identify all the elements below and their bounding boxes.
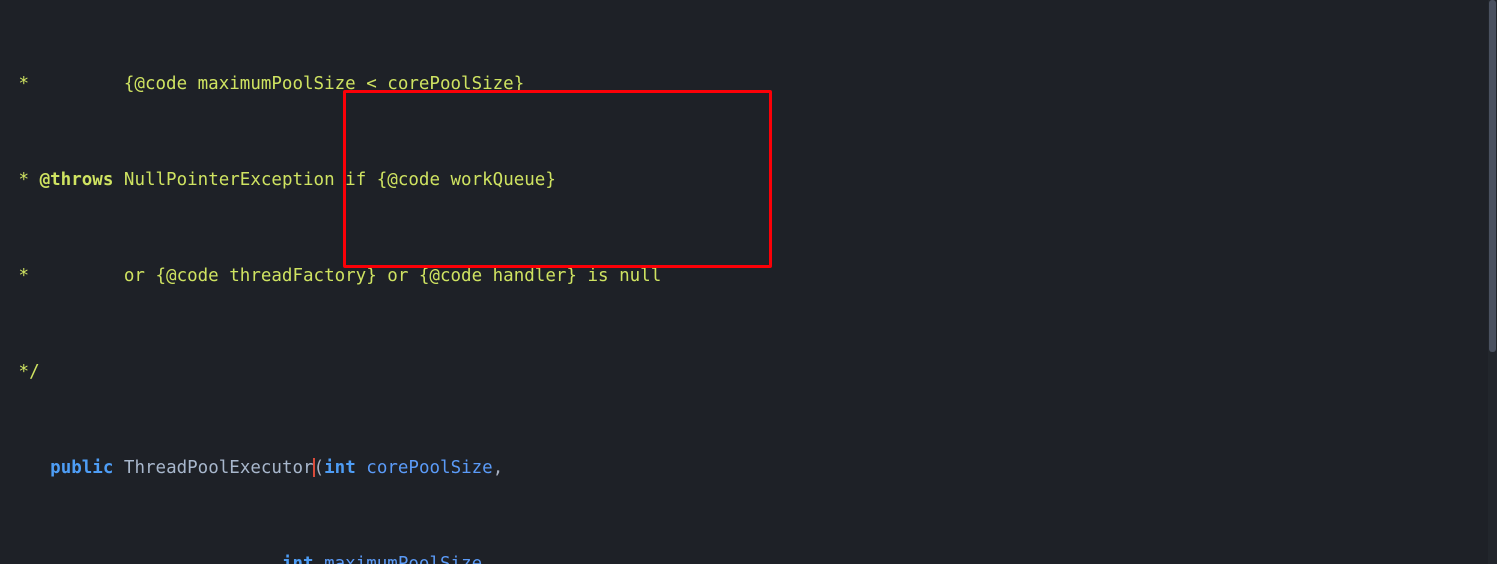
type-int: int xyxy=(324,458,356,478)
code-line-ctor-signature[interactable]: public ThreadPoolExecutor(int corePoolSi… xyxy=(0,456,1497,480)
comment-text: NullPointerException if {@code workQueue… xyxy=(113,170,556,190)
type-int: int xyxy=(281,554,314,564)
vertical-scrollbar-track[interactable] xyxy=(1488,0,1497,564)
comment-prefix: * xyxy=(8,170,40,190)
comment-text: * or {@code threadFactory} or {@code han… xyxy=(8,266,662,286)
code-line-javadoc-throws-npe[interactable]: * @throws NullPointerException if {@code… xyxy=(0,168,1497,192)
code-surface[interactable]: * {@code maximumPoolSize < corePoolSize}… xyxy=(0,0,1497,564)
comment-text: * {@code maximumPoolSize < corePoolSize} xyxy=(8,74,525,94)
param-corePoolSize: corePoolSize xyxy=(366,458,493,478)
code-line-javadoc-or-threadfactory[interactable]: * or {@code threadFactory} or {@code han… xyxy=(0,264,1497,288)
code-line-javadoc-end[interactable]: */ xyxy=(0,360,1497,384)
modifier-public: public xyxy=(50,458,114,478)
vertical-scrollbar-thumb[interactable] xyxy=(1489,0,1496,352)
code-line-param-maximumPoolSize[interactable]: int maximumPoolSize, xyxy=(0,552,1497,564)
comma: , xyxy=(482,554,493,564)
param-maximumPoolSize: maximumPoolSize xyxy=(324,554,483,564)
paren-open: ( xyxy=(313,458,325,478)
constructor-name: ThreadPoolExecutor xyxy=(123,458,314,478)
javadoc-throws-tag: @throws xyxy=(39,170,114,190)
comma: , xyxy=(492,458,504,478)
code-editor[interactable]: * {@code maximumPoolSize < corePoolSize}… xyxy=(0,0,1497,564)
comment-text: */ xyxy=(8,362,40,382)
code-line-javadoc-maxpool[interactable]: * {@code maximumPoolSize < corePoolSize} xyxy=(0,72,1497,96)
